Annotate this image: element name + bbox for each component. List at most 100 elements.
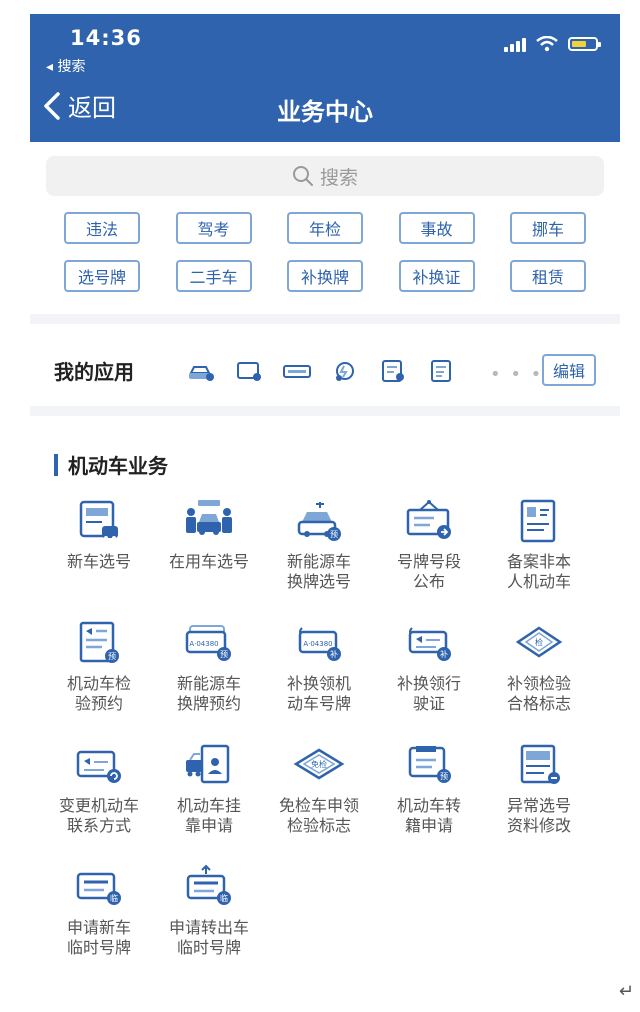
service-label: 新能源车 换牌预约	[176, 674, 241, 713]
service-label: 在用车选号	[168, 552, 249, 571]
plate-text: A·04380	[303, 640, 332, 648]
my-apps-icons	[186, 358, 456, 384]
battery-icon	[568, 37, 601, 51]
tag-driving-test[interactable]: 驾考	[175, 212, 252, 244]
search-icon	[292, 166, 313, 186]
ev-charging-icon: 预	[297, 502, 341, 541]
service-label: 异常选号 资料修改	[506, 796, 571, 835]
service-exempt-sticker[interactable]: 免检 免检车申领 检验标志	[264, 742, 374, 836]
badge-text: 补	[440, 649, 448, 659]
more-dots[interactable]: • • •	[490, 364, 543, 385]
tag-annual-inspection[interactable]: 年检	[287, 212, 363, 244]
search-bar[interactable]: 搜索	[46, 156, 604, 196]
tag-violation[interactable]: 违法	[64, 212, 140, 244]
tag-rental[interactable]: 租赁	[510, 260, 586, 292]
service-label: 变更机动车 联系方式	[58, 796, 139, 835]
status-back-app[interactable]: ◂ 搜索	[46, 56, 85, 76]
page-title: 业务中心	[277, 98, 373, 126]
badge-text: 预	[108, 651, 116, 661]
service-license-replacement[interactable]: 补 补换领行 驶证	[374, 620, 484, 714]
signal-icon	[504, 36, 526, 52]
status-icons	[504, 36, 601, 52]
service-transfer[interactable]: 预 机动车转 籍申请	[374, 742, 484, 836]
tag-replace-plate[interactable]: 补换牌	[287, 260, 363, 292]
service-label: 补换领机 动车号牌	[286, 674, 351, 713]
screen-icon[interactable]	[234, 358, 264, 384]
card-icon[interactable]	[378, 358, 408, 384]
transfer-icon: 预	[408, 746, 451, 783]
service-used-car-plate[interactable]: 在用车选号	[154, 498, 264, 592]
inspection-sticker-icon: 检	[515, 626, 563, 658]
tag-accident[interactable]: 事故	[398, 212, 475, 244]
section-title: 机动车业务	[68, 454, 168, 478]
service-label: 补换领行 驶证	[396, 674, 461, 713]
service-affiliation[interactable]: 机动车挂 靠申请	[154, 742, 264, 836]
service-label: 免检车申领 检验标志	[278, 796, 359, 835]
edit-button[interactable]: 编辑	[542, 354, 596, 386]
service-label: 备案非本 人机动车	[506, 552, 571, 591]
form-icon[interactable]	[426, 358, 456, 384]
license-replacement-icon: 补	[408, 627, 451, 661]
divider	[30, 314, 620, 324]
service-label: 号牌号段 公布	[396, 552, 461, 591]
data-edit-icon	[520, 744, 560, 784]
phone-screen: 14:36 ◂ 搜索 返回 业务中心 搜索 违法 驾考 年检 事故 挪车 选号牌…	[30, 14, 620, 1004]
people-car-icon	[186, 500, 232, 535]
search-placeholder: 搜索	[319, 166, 358, 189]
contact-change-icon	[76, 750, 121, 783]
plate-icon[interactable]	[282, 358, 312, 384]
tag-row: 违法 驾考 年检 事故 挪车	[30, 212, 620, 244]
service-new-car-plate[interactable]: 新车选号	[44, 498, 154, 592]
service-temporary-plate-out[interactable]: 临 申请转出车 临时号牌	[154, 864, 264, 958]
service-plate-replacement[interactable]: A·04380 补 补换领机 动车号牌	[264, 620, 374, 714]
service-label: 申请转出车 临时号牌	[168, 918, 249, 957]
grid-row: 临 申请新车 临时号牌 临 申请转出车 临时号牌	[30, 864, 620, 958]
tag-replace-license[interactable]: 补换证	[398, 260, 475, 292]
badge-text: 检	[535, 637, 543, 647]
exempt-sticker-icon: 免检	[293, 748, 345, 780]
plate-text: A·04380	[189, 640, 218, 648]
badge-text: 临	[110, 893, 118, 903]
service-label: 新车选号	[66, 552, 131, 571]
service-ev-plate-select[interactable]: 预 新能源车 换牌选号	[264, 498, 374, 592]
service-inspection-sticker[interactable]: 检 补领检验 合格标志	[484, 620, 594, 714]
badge-text: 预	[330, 529, 338, 539]
inspection-appointment-icon: 预	[79, 621, 119, 663]
grid-row: 预 机动车检 验预约 A·04380 预 新能源车 换牌预约 A·04380 补…	[30, 620, 620, 714]
ev-icon[interactable]	[330, 358, 360, 384]
tag-move-car[interactable]: 挪车	[510, 212, 586, 244]
service-plate-announcement[interactable]: 号牌号段 公布	[374, 498, 484, 592]
tag-select-plate[interactable]: 选号牌	[64, 260, 140, 292]
grid-row: 变更机动车 联系方式 机动车挂 靠申请 免检 免检车申领 检验标志 预 机动车转…	[30, 742, 620, 836]
service-label: 机动车转 籍申请	[396, 796, 461, 835]
service-inspection-appointment[interactable]: 预 机动车检 验预约	[44, 620, 154, 714]
service-label: 机动车检 验预约	[66, 674, 131, 713]
header: 14:36 ◂ 搜索 返回 业务中心	[30, 14, 620, 142]
tag-used-car[interactable]: 二手车	[175, 260, 252, 292]
my-apps-bar: 我的应用 • • • 编辑	[30, 340, 620, 404]
service-temporary-plate[interactable]: 临 申请新车 临时号牌	[44, 864, 154, 958]
badge-text: 预	[220, 649, 228, 659]
badge-text: 临	[220, 893, 228, 903]
badge-text: 补	[330, 649, 338, 659]
service-ev-plate-appointment[interactable]: A·04380 预 新能源车 换牌预约	[154, 620, 264, 714]
wifi-icon	[536, 36, 558, 52]
badge-text: 预	[440, 771, 448, 781]
status-time: 14:36	[70, 26, 142, 50]
service-label: 机动车挂 靠申请	[176, 796, 241, 835]
car-icon[interactable]	[186, 358, 216, 384]
service-contact-change[interactable]: 变更机动车 联系方式	[44, 742, 154, 836]
badge-text: 免检	[311, 759, 327, 769]
grid-row: 新车选号 在用车选号 预 新能源车 换牌选号 号牌号段 公布 备案非本 人机动车	[30, 498, 620, 592]
temporary-plate-out-icon: 临	[186, 864, 231, 905]
service-register-other-car[interactable]: 备案非本 人机动车	[484, 498, 594, 592]
section-header: 机动车业务	[54, 450, 168, 479]
service-label: 补领检验 合格标志	[506, 674, 571, 713]
quick-tags: 违法 驾考 年检 事故 挪车 选号牌 二手车 补换牌 补换证 租赁	[30, 212, 620, 308]
plate-replacement-icon: A·04380 补	[298, 627, 341, 661]
tag-row: 选号牌 二手车 补换牌 补换证 租赁	[30, 260, 620, 292]
my-apps-title: 我的应用	[54, 360, 134, 384]
service-data-edit[interactable]: 异常选号 资料修改	[484, 742, 594, 836]
affiliation-icon	[186, 744, 230, 784]
ev-plate-appointment-icon: A·04380 预	[185, 625, 231, 661]
